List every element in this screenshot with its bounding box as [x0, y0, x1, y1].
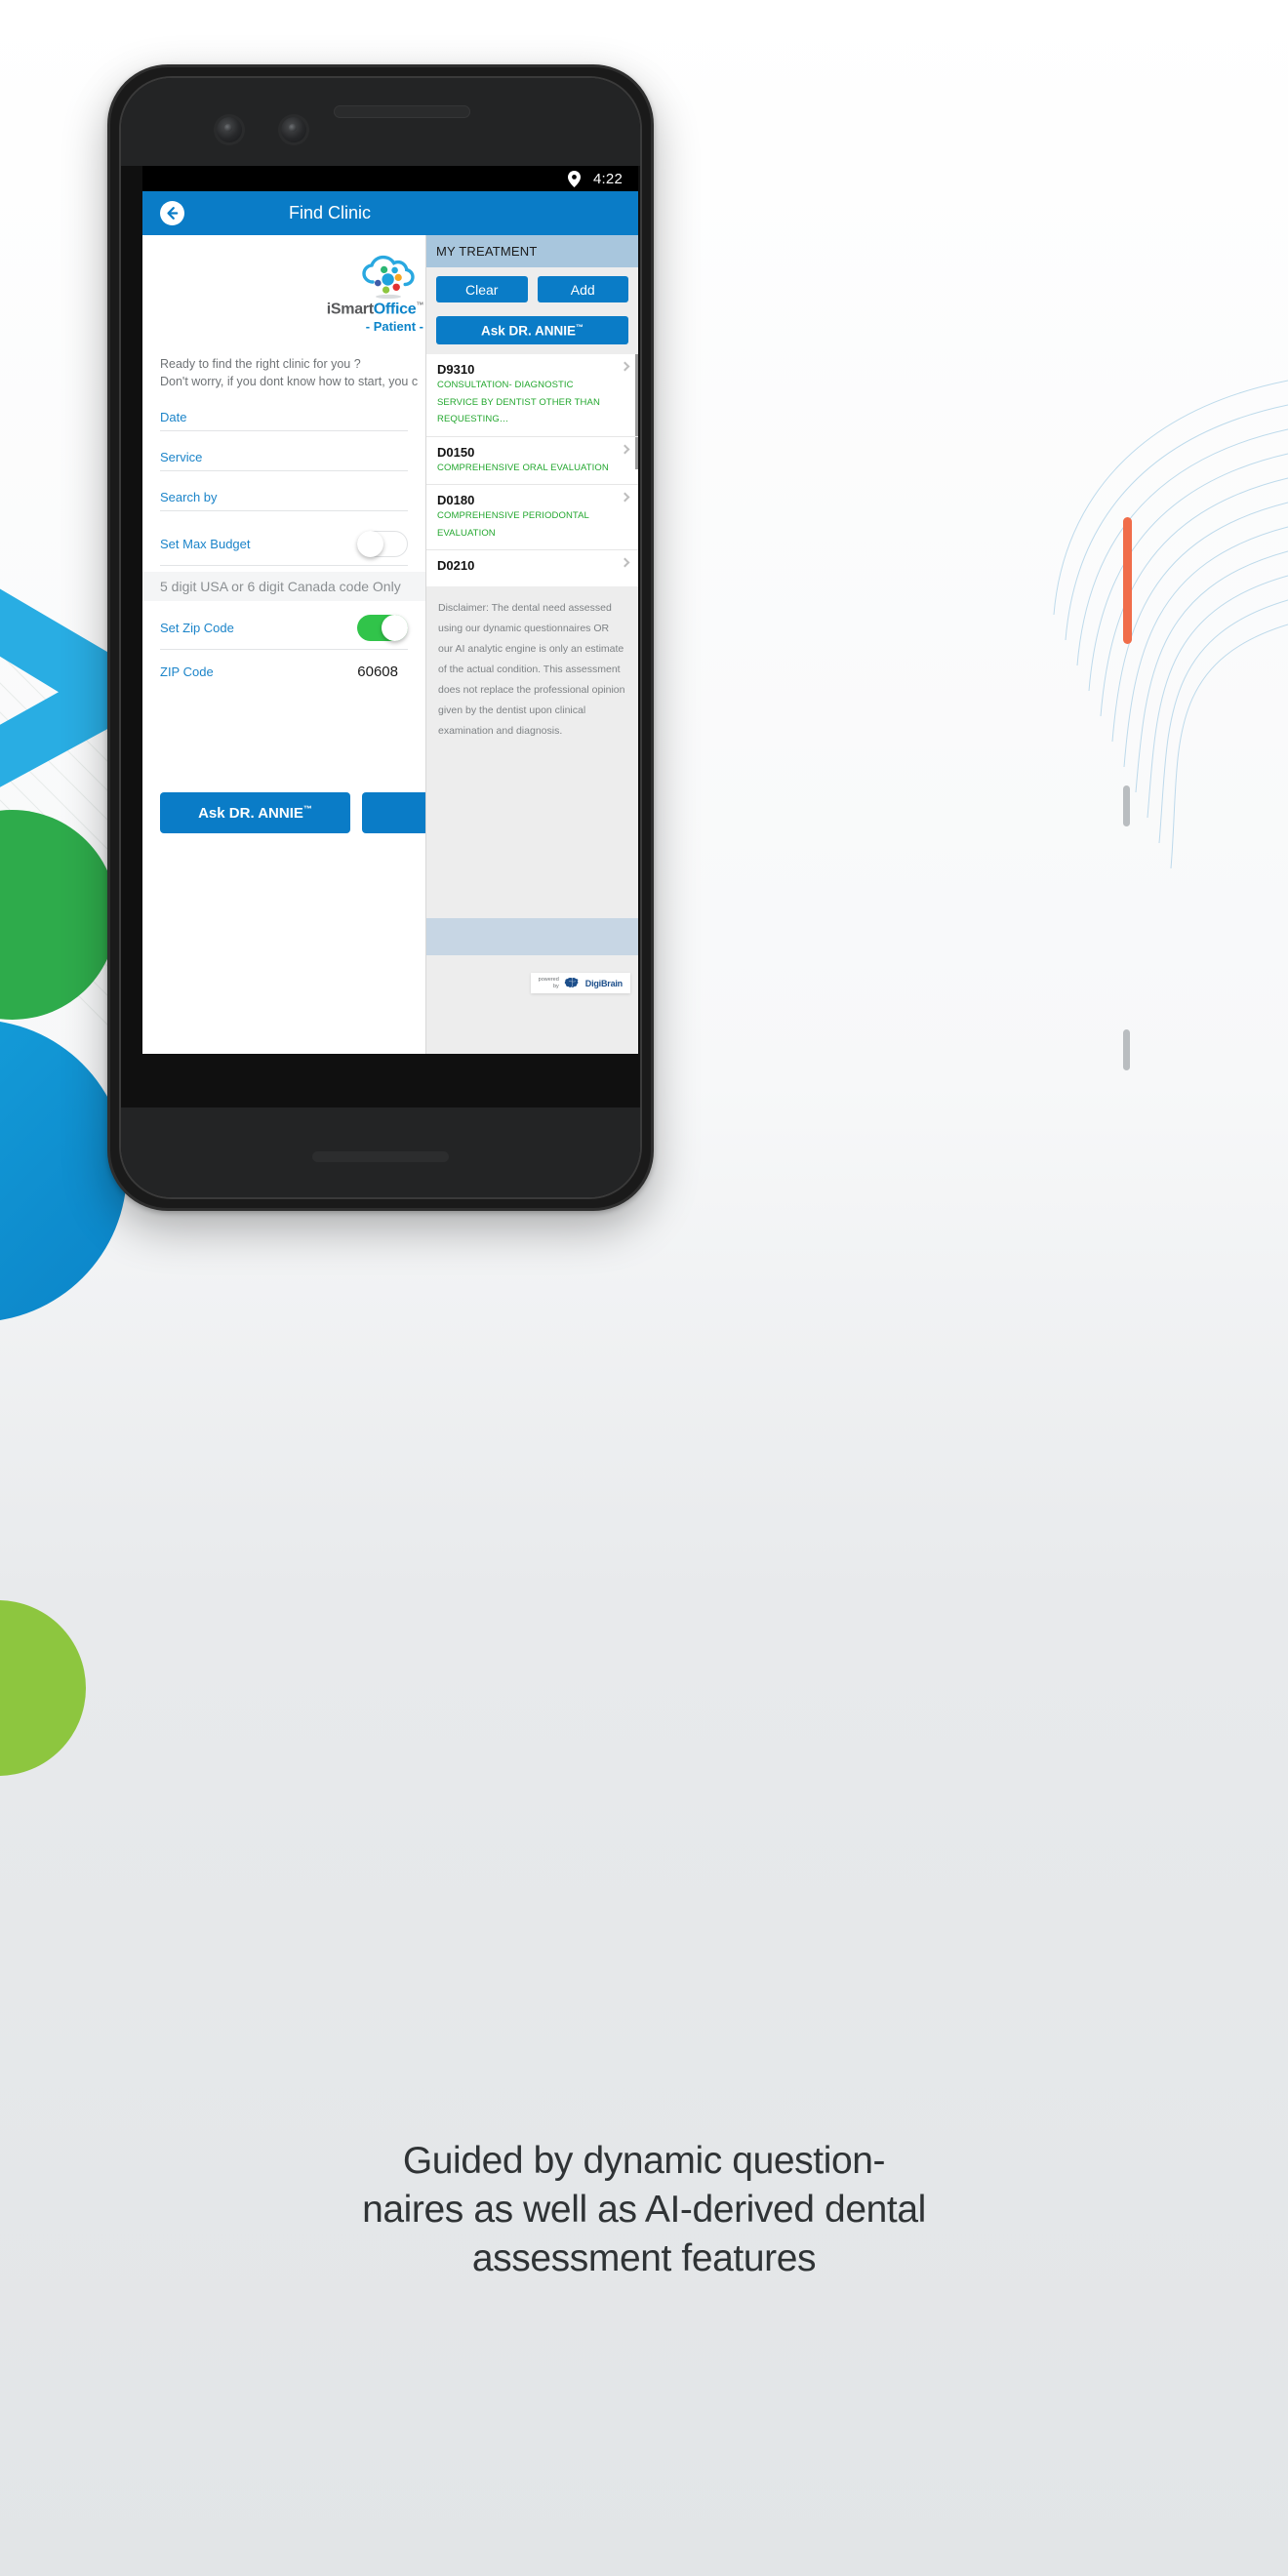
- logo-wordmark: iSmartOffice™: [326, 301, 424, 318]
- row-set-zip-code[interactable]: Set Zip Code: [160, 609, 408, 650]
- panel-ask-dr-annie-label: Ask DR. ANNIE: [480, 323, 577, 339]
- lime-circle-shape: [0, 1600, 86, 1776]
- phone-top-bezel: [121, 78, 640, 166]
- promo-caption: Guided by dynamic question-naires as wel…: [362, 2140, 926, 2279]
- intro-text: Ready to find the right clinic for you ?…: [142, 334, 425, 390]
- treatment-code-desc: CONSULTATION- DIAGNOSTIC SERVICE BY DENT…: [437, 380, 600, 425]
- earpiece-speaker-icon: [334, 105, 470, 118]
- find-clinic-form-pane: iSmartOffice™ - Patient - Ready to find …: [142, 235, 552, 1054]
- location-pin-icon: [568, 170, 581, 187]
- my-treatment-title: MY TREATMENT: [436, 244, 538, 259]
- zip-format-hint: 5 digit USA or 6 digit Canada code Only: [142, 571, 425, 601]
- chevron-right-icon: [620, 361, 630, 372]
- chevron-right-icon: [620, 492, 630, 503]
- ask-dr-annie-button[interactable]: Ask DR. ANNIE™: [160, 792, 350, 833]
- grey-accent-bar-2: [1123, 1029, 1130, 1070]
- powered-by-text: powered by: [539, 977, 559, 989]
- powered-by-brand: DigiBrain: [584, 978, 623, 988]
- toggle-knob: [357, 530, 383, 557]
- phone-bottom-bezel: [121, 1107, 640, 1197]
- app-bar: Find Clinic: [142, 191, 638, 235]
- set-max-budget-toggle[interactable]: [357, 530, 408, 557]
- my-treatment-pane: MY TREATMENT Clear Add Ask DR. ANNIE™ D9…: [425, 235, 638, 1054]
- field-date-label: Date: [160, 410, 187, 425]
- list-item[interactable]: D9310 CONSULTATION- DIAGNOSTIC SERVICE B…: [426, 354, 638, 437]
- screen-body: iSmartOffice™ - Patient - Ready to find …: [142, 235, 638, 1054]
- search-form: Date Service Search by Set Max Budget: [142, 405, 425, 566]
- row-zip-code[interactable]: ZIP Code 60608: [160, 656, 408, 689]
- right-line-pattern-icon: [1053, 380, 1288, 869]
- ask-dr-annie-label: Ask DR. ANNIE: [198, 805, 303, 822]
- my-treatment-header: MY TREATMENT: [426, 235, 638, 267]
- orange-accent-bar: [1123, 517, 1132, 644]
- powered-line-2: by: [552, 983, 559, 989]
- field-service[interactable]: Service: [160, 445, 408, 471]
- powered-line-1: powered: [538, 977, 559, 984]
- logo-subtitle: - Patient -: [365, 319, 423, 335]
- clear-button[interactable]: Clear: [436, 276, 528, 302]
- treatment-actions: Clear Add: [426, 267, 638, 302]
- add-button[interactable]: Add: [537, 276, 628, 302]
- list-item[interactable]: D0180 COMPREHENSIVE PERIODONTAL EVALUATI…: [426, 485, 638, 551]
- intro-line-1: Ready to find the right clinic for you ?: [160, 357, 361, 372]
- zip-code-value: 60608: [357, 664, 398, 681]
- list-item[interactable]: D0210: [426, 550, 638, 586]
- treatment-code-list: D9310 CONSULTATION- DIAGNOSTIC SERVICE B…: [426, 354, 638, 587]
- brain-icon: [564, 978, 579, 987]
- treatment-code-desc: COMPREHENSIVE PERIODONTAL EVALUATION: [437, 510, 589, 539]
- toggle-knob: [382, 614, 408, 641]
- set-zip-code-toggle[interactable]: [357, 614, 408, 641]
- status-bar: 4:22: [142, 166, 638, 191]
- chevron-right-icon: [620, 444, 630, 455]
- treatment-code-id: D9310: [437, 362, 475, 377]
- powered-by-badge: powered by DigiBrain: [530, 973, 630, 993]
- phone-screen: 4:22 Find Clinic iSmartOffice™ - Patient…: [142, 166, 638, 1054]
- speaker-grille-icon: [312, 1151, 449, 1162]
- set-zip-code-label: Set Zip Code: [160, 620, 234, 635]
- chevron-right-icon: [620, 557, 630, 568]
- treatment-code-id: D0150: [437, 444, 475, 460]
- field-search-by[interactable]: Search by: [160, 485, 408, 511]
- sensor-icon: [281, 117, 306, 142]
- status-time: 4:22: [593, 170, 623, 187]
- ask-dr-annie-tm: ™: [302, 804, 312, 814]
- app-logo: iSmartOffice™ - Patient -: [142, 235, 425, 334]
- phone-mockup: 4:22 Find Clinic iSmartOffice™ - Patient…: [107, 64, 654, 1211]
- set-max-budget-label: Set Max Budget: [160, 536, 251, 551]
- field-service-label: Service: [160, 450, 203, 465]
- row-set-max-budget[interactable]: Set Max Budget: [160, 525, 408, 566]
- panel-ask-dr-annie-button[interactable]: Ask DR. ANNIE™: [436, 316, 628, 344]
- treatment-code-id: D0210: [437, 558, 475, 574]
- treatment-code-id: D0180: [437, 493, 475, 508]
- front-camera-icon: [217, 117, 242, 142]
- intro-line-2: Don't worry, if you dont know how to sta…: [160, 375, 419, 389]
- zip-section: Set Zip Code ZIP Code 60608: [142, 609, 425, 689]
- cloud-dots-logo-icon: [362, 255, 415, 300]
- treatment-code-desc: COMPREHENSIVE ORAL EVALUATION: [437, 462, 609, 473]
- logo-trademark: ™: [416, 301, 423, 309]
- text-selection-highlight: [426, 918, 638, 955]
- logo-word-blue: Office: [373, 301, 417, 318]
- logo-word-gray: iSmart: [326, 301, 374, 318]
- field-search-by-label: Search by: [160, 490, 218, 505]
- panel-ask-dr-annie-tm: ™: [576, 322, 584, 332]
- zip-code-label: ZIP Code: [160, 664, 214, 680]
- field-date[interactable]: Date: [160, 405, 408, 431]
- list-item[interactable]: D0150 COMPREHENSIVE ORAL EVALUATION: [426, 437, 638, 486]
- page-title: Find Clinic: [288, 203, 372, 222]
- phone-bezel: 4:22 Find Clinic iSmartOffice™ - Patient…: [119, 76, 642, 1199]
- disclaimer-text: Disclaimer: The dental need assessed usi…: [438, 602, 625, 738]
- grey-accent-bar-1: [1123, 785, 1130, 826]
